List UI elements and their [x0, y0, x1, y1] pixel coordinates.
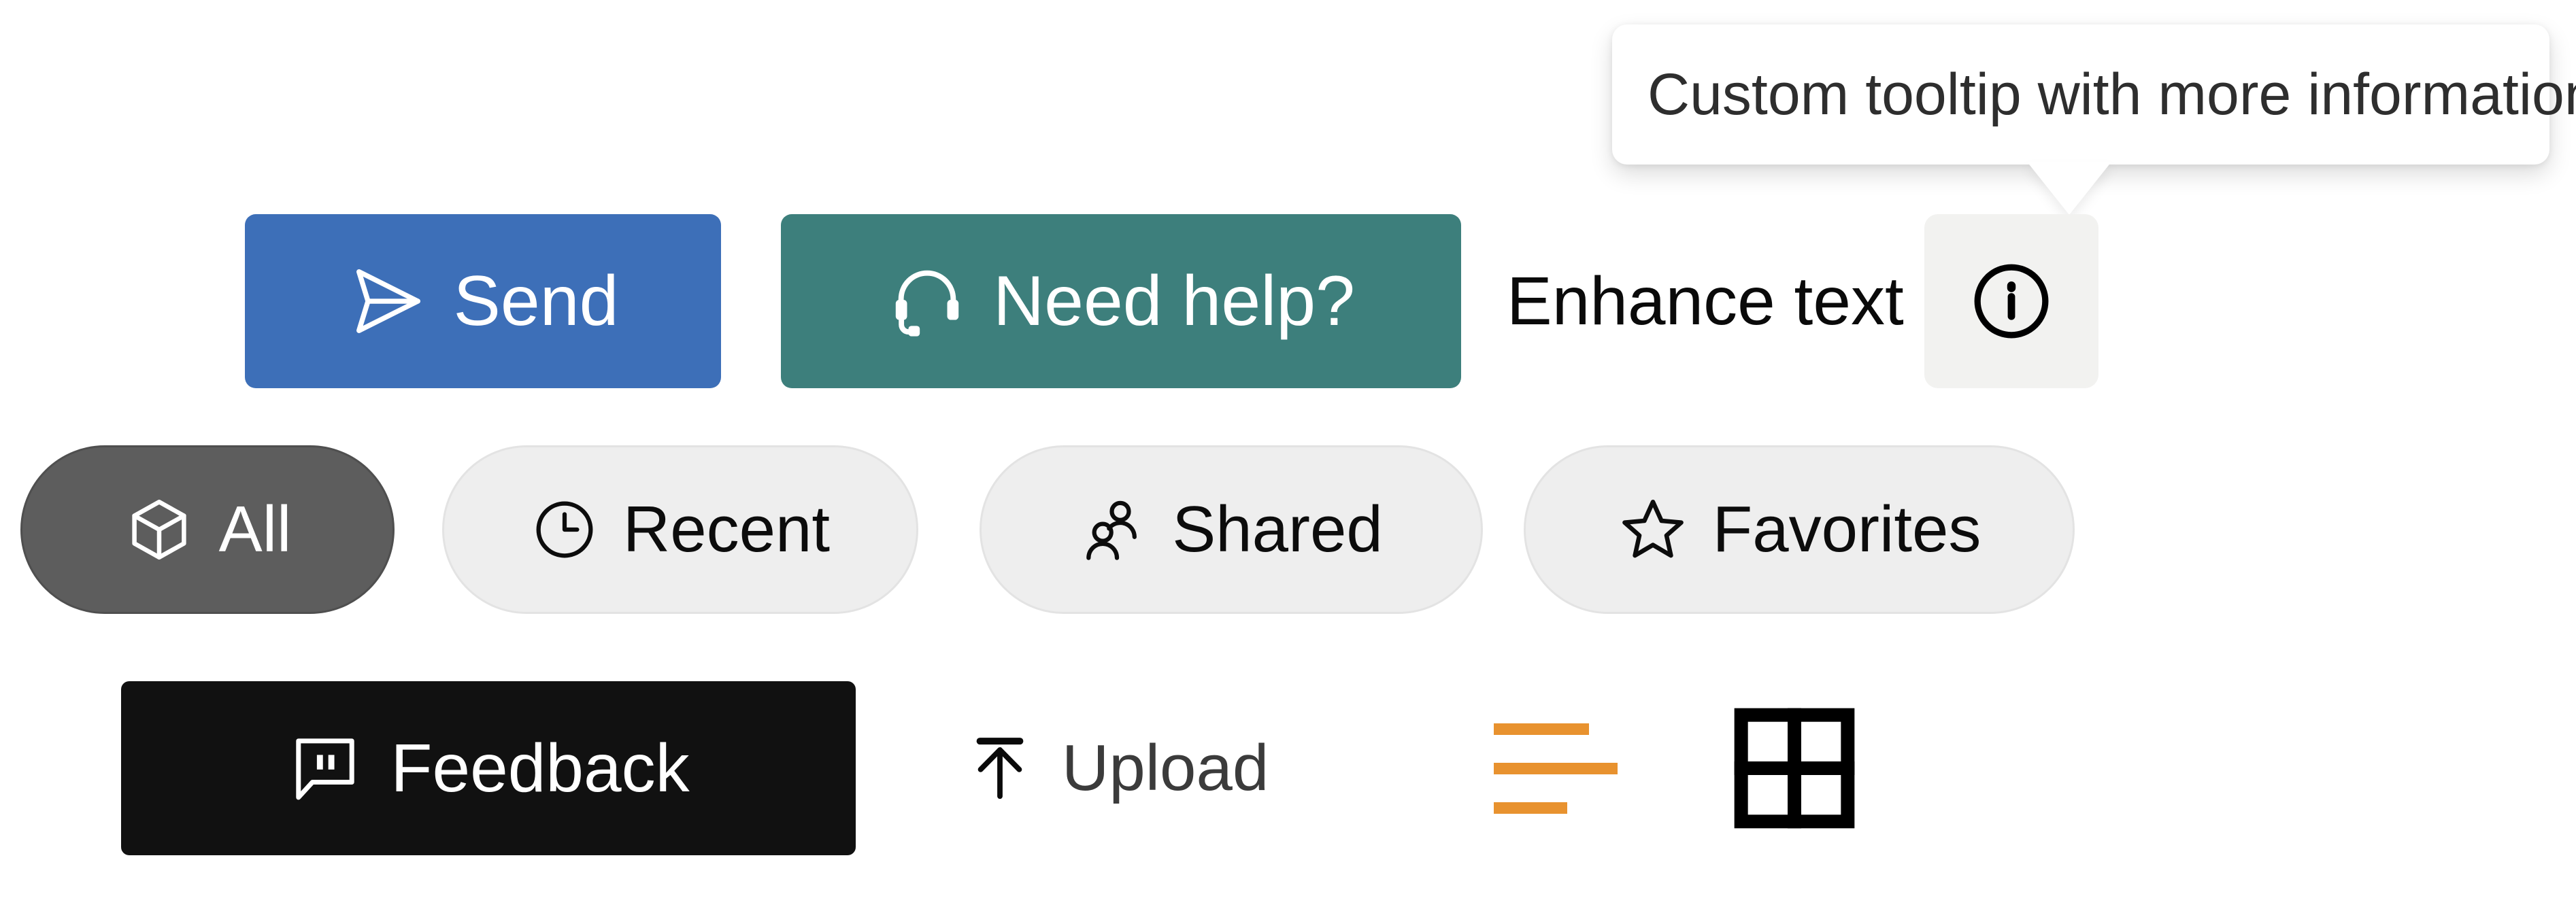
align-left-lines-icon — [1494, 721, 1643, 823]
feedback-button[interactable]: Feedback — [121, 681, 856, 855]
need-help-button[interactable]: Need help? — [781, 214, 1461, 388]
filter-pill-row: All Recent Shared Favorites — [0, 445, 2576, 649]
cube-icon — [124, 494, 195, 565]
info-circle-icon — [1967, 257, 2056, 345]
filter-pill-recent[interactable]: Recent — [442, 445, 918, 614]
need-help-button-label: Need help? — [993, 262, 1355, 341]
filter-pill-all-label: All — [218, 493, 292, 566]
tooltip-bubble: Custom tooltip with more information — [1612, 24, 2576, 165]
filter-pill-favorites[interactable]: Favorites — [1524, 445, 2075, 614]
grid-2x2-icon — [1726, 700, 1862, 836]
filter-pill-all[interactable]: All — [20, 445, 395, 614]
send-paper-plane-icon — [348, 261, 428, 341]
upload-button[interactable]: Upload — [963, 681, 1269, 855]
comment-quote-icon — [287, 730, 363, 806]
list-view-button[interactable] — [1494, 721, 1643, 823]
people-icon — [1080, 496, 1148, 564]
filter-pill-recent-label: Recent — [622, 493, 831, 566]
clock-icon — [531, 496, 599, 564]
send-button[interactable]: Send — [245, 214, 721, 388]
tooltip-text: Custom tooltip with more information — [1647, 61, 2576, 127]
bottom-toolbar-row: Feedback Upload — [0, 680, 2576, 877]
filter-pill-shared-label: Shared — [1172, 493, 1383, 566]
arrow-up-to-line-icon — [963, 731, 1037, 806]
upload-button-label: Upload — [1062, 732, 1269, 804]
headset-icon — [887, 261, 967, 341]
feedback-button-label: Feedback — [390, 730, 690, 806]
enhance-text-group: Enhance text — [1507, 214, 2098, 388]
star-icon — [1618, 494, 1688, 565]
enhance-text-label: Enhance text — [1507, 263, 1904, 339]
send-button-label: Send — [453, 262, 619, 341]
filter-pill-favorites-label: Favorites — [1712, 493, 1981, 566]
info-button[interactable] — [1924, 214, 2098, 388]
grid-view-button[interactable] — [1726, 700, 1862, 836]
filter-pill-shared[interactable]: Shared — [980, 445, 1483, 614]
